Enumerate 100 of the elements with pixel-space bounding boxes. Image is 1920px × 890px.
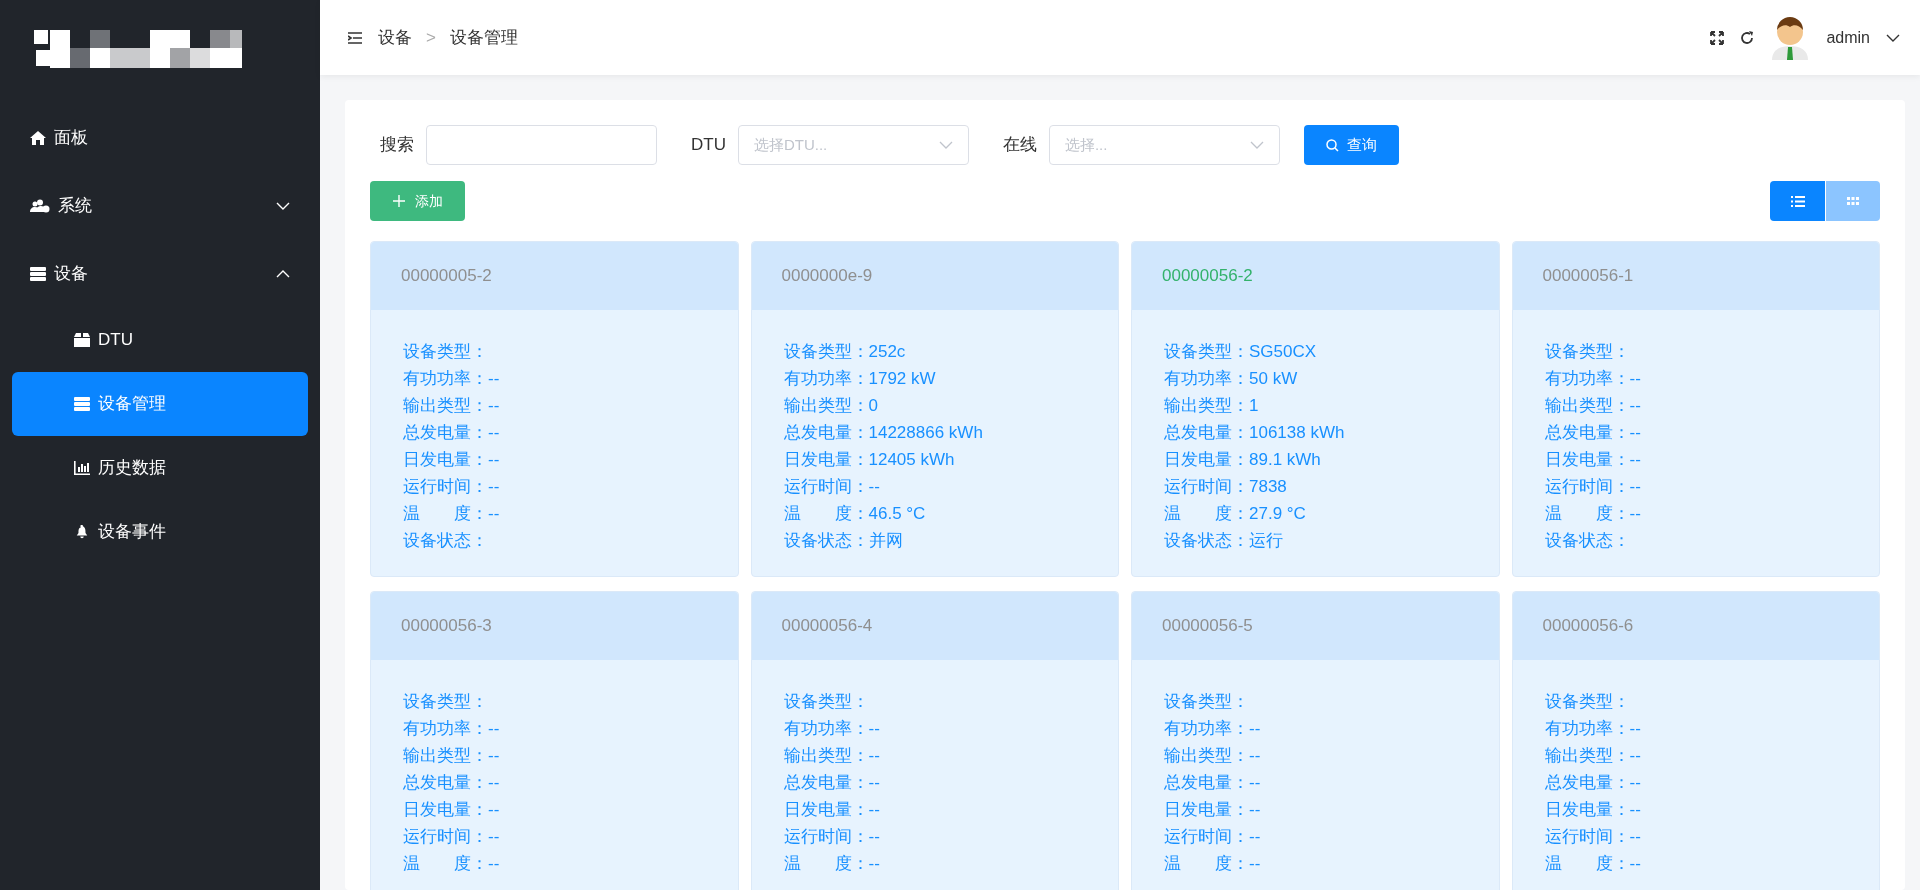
breadcrumb-item: 设备管理	[449, 26, 518, 49]
device-title: 00000056-3	[371, 592, 738, 660]
list-icon	[1790, 195, 1805, 207]
device-title: 00000056-4	[751, 592, 1118, 660]
bar-chart-icon	[74, 461, 90, 475]
device-field: 日发电量：--	[403, 796, 706, 823]
device-field: 设备状态：并网	[783, 527, 1086, 554]
sidebar-subitem[interactable]: 历史数据	[12, 436, 308, 500]
device-field: 温 度：--	[1544, 850, 1847, 877]
device-field: 日发电量：--	[1544, 446, 1847, 473]
filter-label: 搜索	[380, 134, 414, 157]
device-field: 日发电量：12405 kWh	[783, 446, 1086, 473]
caret-icon	[1249, 141, 1264, 149]
device-field: 有功功率：--	[1544, 715, 1847, 742]
device-field: 输出类型：--	[1544, 392, 1847, 419]
list-view-button[interactable]	[1770, 181, 1825, 221]
menu-icon[interactable]	[348, 31, 362, 44]
device-title: 00000056-6	[1512, 592, 1879, 660]
device-field: 温 度：--	[1164, 850, 1467, 877]
breadcrumb-separator: >	[426, 26, 436, 49]
device-field: 总发电量：--	[1544, 769, 1847, 796]
search-field[interactable]	[426, 125, 657, 165]
device-field: 设备类型：SG50CX	[1164, 338, 1467, 365]
device-field: 运行时间：--	[783, 823, 1086, 850]
device-field: 有功功率：--	[1164, 715, 1467, 742]
device-field: 输出类型：0	[783, 392, 1086, 419]
filter-label: DTU	[691, 134, 726, 157]
device-field: 输出类型：--	[403, 392, 706, 419]
device-field: 总发电量：--	[1164, 769, 1467, 796]
sidebar-item[interactable]: 系统	[0, 172, 320, 240]
device-title: 00000056-1	[1512, 242, 1879, 310]
sidebar-item[interactable]: 面板	[0, 104, 320, 172]
device-field: 温 度：--	[403, 500, 706, 527]
query-button[interactable]: 查询	[1303, 125, 1399, 165]
device-field: 运行时间：--	[783, 473, 1086, 500]
device-field: 输出类型：--	[1544, 742, 1847, 769]
device-field: 温 度：27.9 °C	[1164, 500, 1467, 527]
device-field: 温 度：--	[783, 850, 1086, 877]
server-icon	[74, 397, 90, 411]
device-field: 输出类型：--	[403, 742, 706, 769]
device-field: 有功功率：50 kW	[1164, 365, 1467, 392]
device-field: 日发电量：--	[403, 446, 706, 473]
server-icon	[30, 267, 46, 281]
device-field: 有功功率：--	[1544, 365, 1847, 392]
sidebar-subitem[interactable]: 设备事件	[12, 500, 308, 564]
users-gear-icon	[30, 199, 50, 213]
device-field: 温 度：46.5 °C	[783, 500, 1086, 527]
device-field: 有功功率：--	[783, 715, 1086, 742]
device-title: 00000056-5	[1132, 592, 1499, 660]
breadcrumb-item[interactable]: 设备	[378, 24, 412, 51]
device-field: 总发电量：--	[403, 419, 706, 446]
home-icon	[30, 131, 46, 145]
user-name[interactable]: admin	[1826, 25, 1870, 50]
device-field: 设备状态：	[1544, 527, 1847, 554]
device-title: 00000056-2	[1132, 242, 1499, 310]
device-field: 日发电量：--	[1544, 796, 1847, 823]
device-field: 设备类型：	[403, 338, 706, 365]
device-field: 输出类型：--	[1164, 742, 1467, 769]
caret-icon	[938, 141, 953, 149]
grid-icon	[1847, 197, 1859, 205]
device-field: 设备状态：运行	[1164, 527, 1467, 554]
avatar-icon[interactable]	[1770, 15, 1811, 60]
device-field: 运行时间：--	[1164, 823, 1467, 850]
device-field: 总发电量：--	[1544, 419, 1847, 446]
search-icon	[1325, 138, 1339, 152]
device-field: 总发电量：--	[783, 769, 1086, 796]
device-field: 运行时间：7838	[1164, 473, 1467, 500]
device-field: 设备类型：	[1164, 688, 1467, 715]
device-field: 日发电量：--	[1164, 796, 1467, 823]
device-field: 输出类型：--	[783, 742, 1086, 769]
caret-icon[interactable]	[1886, 33, 1900, 42]
device-field: 日发电量：89.1 kWh	[1164, 446, 1467, 473]
device-field: 设备类型：	[783, 688, 1086, 715]
filter-label: 在线	[1002, 134, 1037, 157]
device-field: 设备类型：	[1544, 338, 1847, 365]
device-field: 有功功率：1792 kW	[783, 365, 1086, 392]
device-field: 运行时间：--	[403, 823, 706, 850]
sidebar-subitem[interactable]: DTU	[12, 308, 308, 372]
device-field: 运行时间：--	[1544, 473, 1847, 500]
device-field: 总发电量：14228866 kWh	[783, 419, 1086, 446]
device-field: 运行时间：--	[403, 473, 706, 500]
device-title: 00000005-2	[371, 242, 738, 310]
device-field: 日发电量：--	[783, 796, 1086, 823]
device-title: 0000000e-9	[751, 242, 1118, 310]
device-field: 温 度：--	[1544, 500, 1847, 527]
device-field: 总发电量：--	[403, 769, 706, 796]
refresh-icon[interactable]	[1740, 30, 1755, 45]
chevron-up-icon	[276, 270, 290, 278]
device-field: 总发电量：106138 kWh	[1164, 419, 1467, 446]
plus-icon	[392, 195, 405, 207]
device-field: 设备状态：	[403, 527, 706, 554]
sidebar-subitem[interactable]: 设备管理	[12, 372, 308, 436]
device-field: 设备类型：252c	[783, 338, 1086, 365]
fullscreen-icon[interactable]	[1710, 30, 1725, 45]
device-field: 设备类型：	[1544, 688, 1847, 715]
sidebar-item[interactable]: 设备	[0, 240, 320, 308]
device-field: 温 度：--	[403, 850, 706, 877]
chevron-down-icon	[276, 202, 290, 210]
device-field: 有功功率：--	[403, 365, 706, 392]
box-icon	[74, 333, 90, 347]
